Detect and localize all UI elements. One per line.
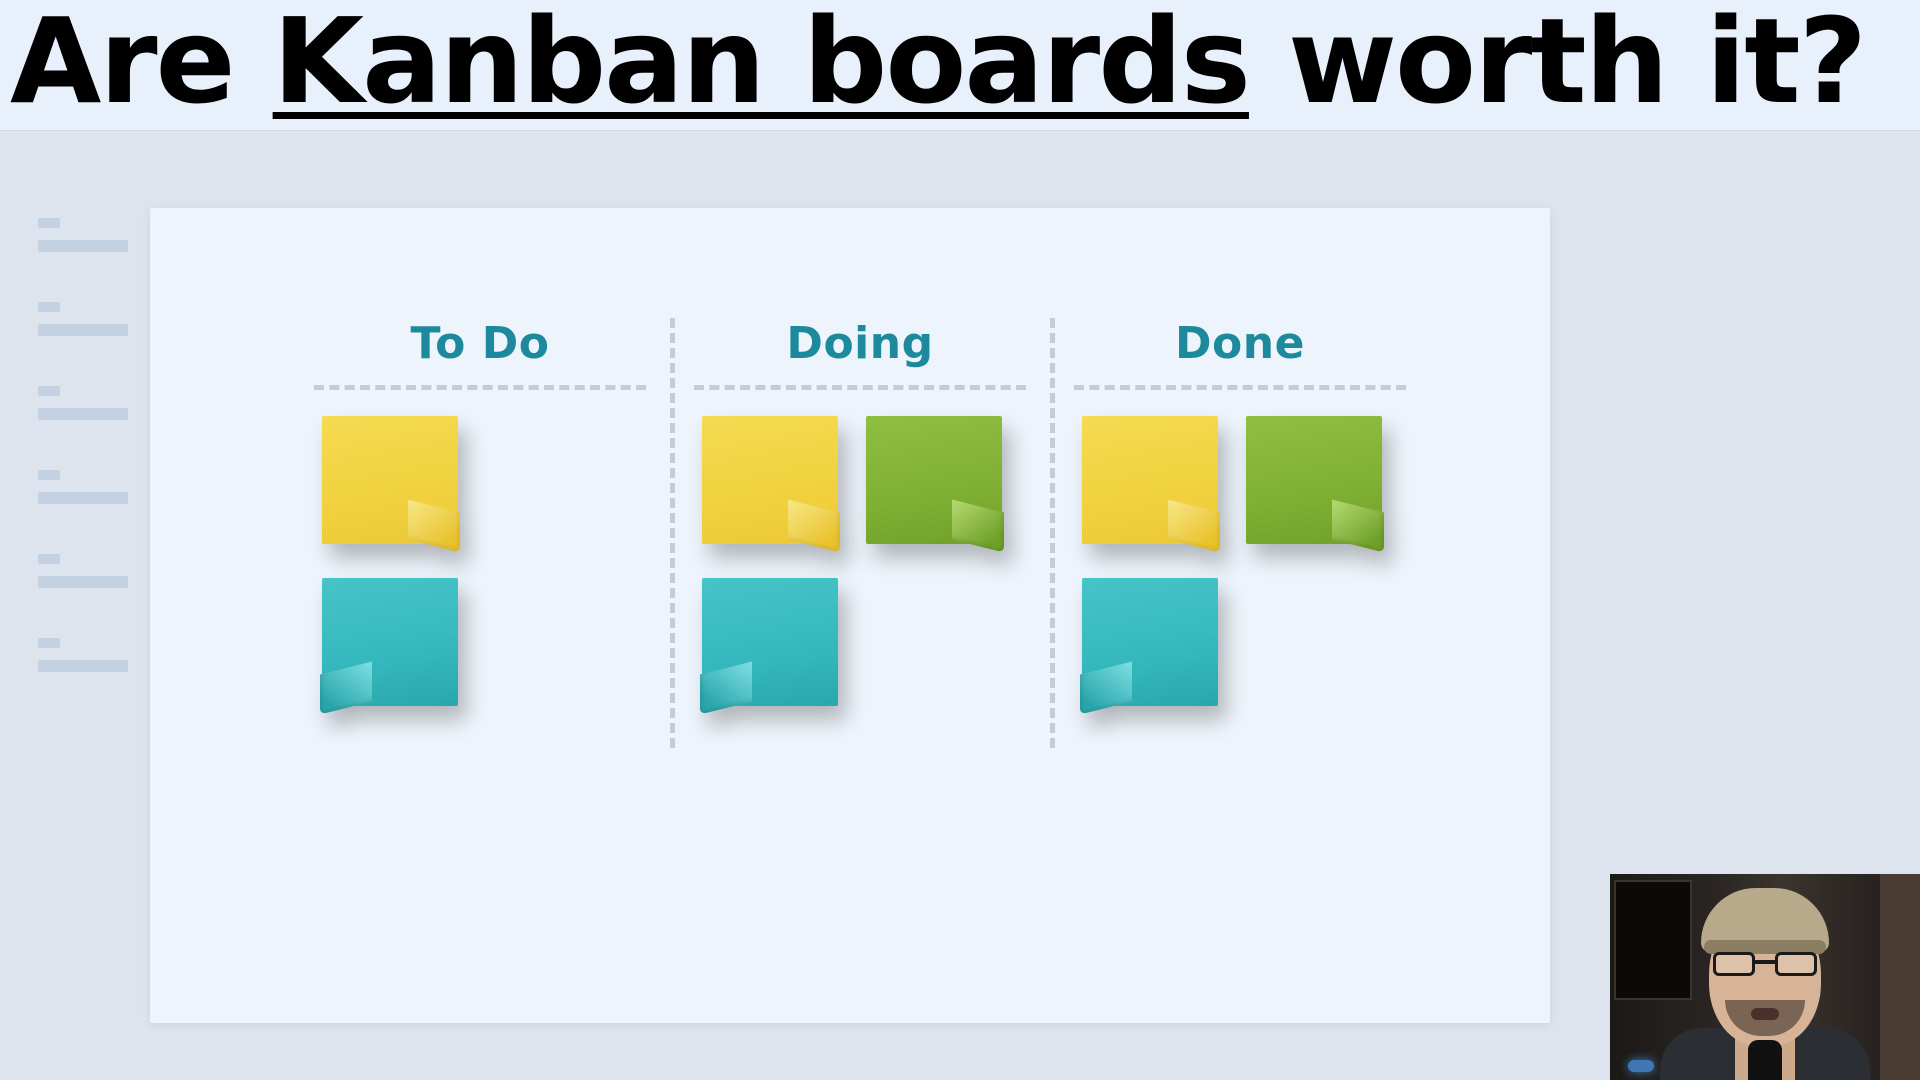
kanban-columns: To Do Doing Done [290, 318, 1430, 740]
kanban-column: Done [1050, 318, 1430, 740]
sticky-note-teal [702, 578, 838, 706]
presenter-webcam [1610, 874, 1920, 1080]
sidebar-placeholder-item [38, 638, 128, 672]
title-bar: Are Kanban boards worth it? [0, 0, 1920, 131]
notes-row [1074, 416, 1406, 544]
notes-row [314, 578, 646, 706]
title-underlined: Kanban boards [273, 0, 1249, 130]
column-divider [1074, 385, 1406, 390]
sticky-note-yellow [322, 416, 458, 544]
sidebar-placeholder-item [38, 218, 128, 252]
notes-row [694, 578, 1026, 706]
column-divider [694, 385, 1026, 390]
sticky-note-green [866, 416, 1002, 544]
column-divider [314, 385, 646, 390]
notes-row [314, 416, 646, 544]
slide-stage: To Do Doing Done [0, 158, 1920, 1080]
sidebar-placeholder-item [38, 470, 128, 504]
sidebar-placeholder-item [38, 386, 128, 420]
column-header: To Do [314, 318, 646, 369]
column-header: Doing [694, 318, 1026, 369]
kanban-board: To Do Doing Done [150, 208, 1550, 1023]
column-header: Done [1074, 318, 1406, 369]
sticky-note-yellow [702, 416, 838, 544]
sticky-note-teal [1082, 578, 1218, 706]
sidebar-placeholder-item [38, 302, 128, 336]
kanban-column: Doing [670, 318, 1050, 740]
sticky-note-yellow [1082, 416, 1218, 544]
notes-row [694, 416, 1026, 544]
sticky-note-green [1246, 416, 1382, 544]
notes-row [1074, 578, 1406, 706]
title-pre: Are [10, 0, 273, 130]
sidebar-placeholder-item [38, 554, 128, 588]
page-title: Are Kanban boards worth it? [10, 0, 1910, 124]
kanban-column: To Do [290, 318, 670, 740]
title-post: worth it? [1249, 0, 1865, 130]
sidebar-placeholder [38, 218, 128, 672]
sticky-note-teal [322, 578, 458, 706]
